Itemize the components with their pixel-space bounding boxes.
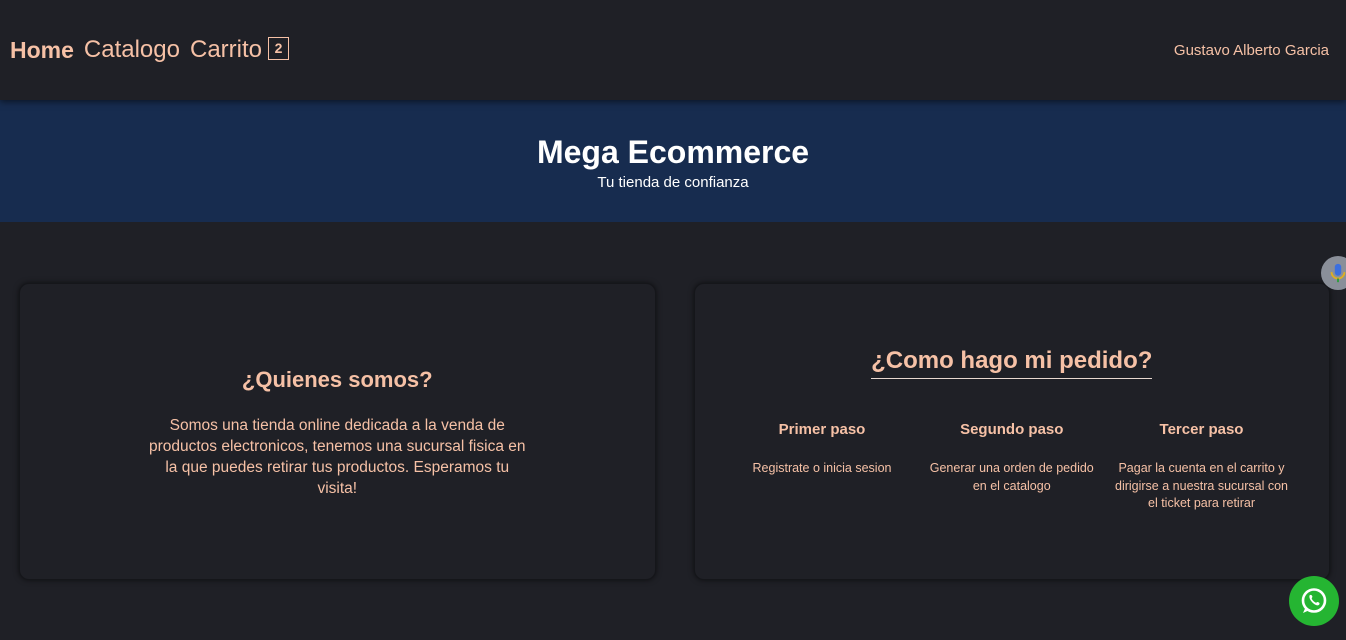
microphone-icon [1330, 263, 1346, 283]
cart-count-badge: 2 [268, 36, 289, 60]
user-name[interactable]: Gustavo Alberto Garcia [1174, 42, 1329, 59]
hero-subtitle: Tu tienda de confianza [597, 174, 749, 191]
info-cards: ¿Quienes somos? Somos una tienda online … [19, 283, 1330, 580]
step-text: Pagar la cuenta en el carrito y dirigirs… [1115, 461, 1288, 510]
step-text: Registrate o inicia sesion [752, 461, 892, 475]
step-first: Primer paso Registrate o inicia sesion [735, 421, 910, 513]
nav-home-link[interactable]: Home [10, 37, 74, 64]
order-steps: Primer paso Registrate o inicia sesion S… [695, 421, 1330, 513]
step-third: Tercer paso Pagar la cuenta en el carrit… [1114, 421, 1289, 513]
hero-title: Mega Ecommerce [536, 134, 810, 170]
nav-catalog-link[interactable]: Catalogo [84, 36, 180, 64]
main-nav: Home Catalogo Carrito 2 [10, 36, 289, 64]
step-title: Tercer paso [1159, 421, 1244, 438]
step-title: Primer paso [778, 421, 866, 438]
about-title: ¿Quienes somos? [241, 367, 433, 392]
step-second: Segundo paso Generar una orden de pedido… [924, 421, 1099, 513]
order-title: ¿Como hago mi pedido? [871, 347, 1153, 379]
nav-cart-link[interactable]: Carrito [190, 36, 262, 64]
whatsapp-button[interactable] [1289, 576, 1339, 626]
step-title: Segundo paso [960, 421, 1064, 438]
hero-banner: Mega Ecommerce Tu tienda de confianza [0, 100, 1346, 222]
about-card: ¿Quienes somos? Somos una tienda online … [19, 283, 656, 580]
whatsapp-icon [1301, 588, 1327, 613]
about-text: Somos una tienda online dedicada a la ve… [148, 417, 526, 497]
order-card: ¿Como hago mi pedido? Primer paso Regist… [693, 283, 1330, 580]
step-text: Generar una orden de pedido en el catalo… [929, 461, 1094, 493]
navbar: Home Catalogo Carrito 2 Gustavo Alberto … [0, 0, 1346, 100]
